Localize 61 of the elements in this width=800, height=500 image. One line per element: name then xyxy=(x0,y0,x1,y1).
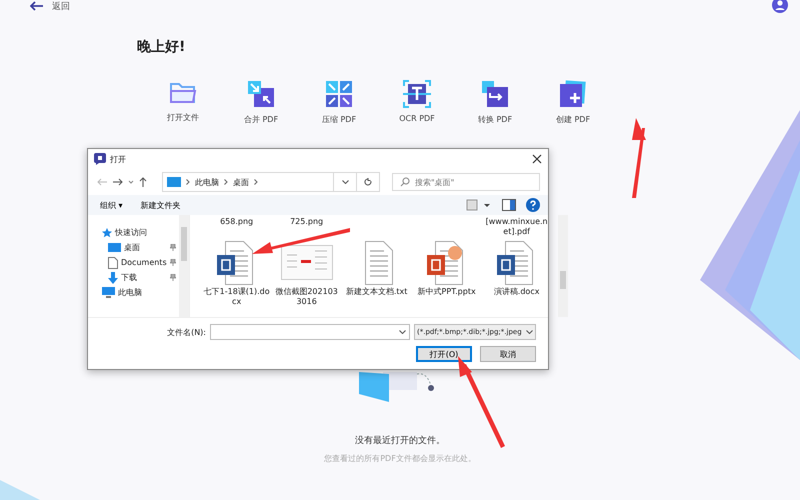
help-icon[interactable] xyxy=(526,198,540,212)
file-item[interactable]: 新建文本文档.txt xyxy=(344,241,410,315)
decorative-corner xyxy=(0,480,40,500)
file-name[interactable]: 725.png xyxy=(274,215,340,241)
sidebar-item[interactable]: Documents xyxy=(88,255,179,270)
address-bar[interactable]: 此电脑 桌面 xyxy=(162,172,380,192)
dropdown-caret-icon xyxy=(526,330,533,334)
toolbar-button[interactable]: 组织 ▾ xyxy=(96,200,127,210)
compress-icon xyxy=(325,80,353,108)
search-field[interactable]: 搜索"桌面" xyxy=(392,173,540,191)
document-icon xyxy=(108,256,118,268)
sidebar-item[interactable]: 桌面 xyxy=(88,240,179,255)
chevron-right-icon xyxy=(186,179,190,185)
empty-state-title: 没有最近打开的文件。 xyxy=(355,434,445,447)
back-button[interactable]: 返回 xyxy=(30,0,70,12)
pin-icon[interactable] xyxy=(170,259,176,266)
star-icon xyxy=(102,228,112,238)
filename-field[interactable] xyxy=(210,324,410,340)
create-document-icon xyxy=(559,80,587,108)
view-options-icon[interactable] xyxy=(466,199,492,211)
file-item[interactable]: 微信截图2021033016 xyxy=(274,241,340,315)
download-arrow-icon xyxy=(108,272,118,284)
sidebar-item[interactable]: 下载 xyxy=(88,270,179,285)
back-label: 返回 xyxy=(52,0,70,12)
dropdown-caret-icon[interactable] xyxy=(399,330,406,334)
sidebar-item[interactable]: 快速访问 xyxy=(88,225,179,240)
chevron-right-icon xyxy=(224,179,228,185)
greeting-heading: 晚上好! xyxy=(137,38,186,56)
chevron-right-icon xyxy=(254,179,258,185)
computer-icon xyxy=(167,177,181,187)
toolbar-button[interactable]: 新建文件夹 xyxy=(136,200,185,210)
dialog-title: 打开 xyxy=(110,154,126,164)
path-segment[interactable]: 桌面 xyxy=(233,176,249,188)
file-item[interactable]: 新中式PPT.pptx xyxy=(414,241,480,315)
user-avatar-icon[interactable] xyxy=(772,0,788,13)
empty-state-hint: 您查看过的所有PDF文件都会显示在此处。 xyxy=(324,453,476,464)
filename-label: 文件名(N): xyxy=(167,326,206,338)
refresh-icon[interactable] xyxy=(364,178,372,186)
open-button[interactable]: 打开(O) xyxy=(416,346,472,362)
file-name[interactable]: [www.minxue.net].pdf xyxy=(484,215,550,241)
computer-icon xyxy=(102,287,115,298)
scrollbar[interactable] xyxy=(178,215,189,317)
app-logo-icon xyxy=(94,153,106,165)
path-segment[interactable]: 此电脑 xyxy=(195,176,219,188)
back-arrow-icon xyxy=(30,1,44,11)
pin-icon[interactable] xyxy=(170,244,176,251)
file-name[interactable]: 658.png xyxy=(204,215,270,241)
file-item[interactable]: 演讲稿.docx xyxy=(484,241,550,315)
dropdown-caret-icon[interactable] xyxy=(342,180,348,184)
cancel-button[interactable]: 取消 xyxy=(480,346,536,362)
desktop-icon xyxy=(108,242,121,252)
close-icon[interactable] xyxy=(532,154,542,164)
preview-pane-icon[interactable] xyxy=(502,199,516,211)
pin-icon[interactable] xyxy=(170,274,176,281)
merge-icon xyxy=(247,80,275,108)
ocr-scan-icon xyxy=(403,80,431,108)
scrollbar[interactable] xyxy=(558,215,568,317)
convert-icon xyxy=(481,80,509,108)
sidebar-item[interactable]: 此电脑 xyxy=(88,285,179,300)
folder-icon xyxy=(169,80,197,106)
file-item[interactable]: 七下1-18课(1).docx xyxy=(204,241,270,315)
